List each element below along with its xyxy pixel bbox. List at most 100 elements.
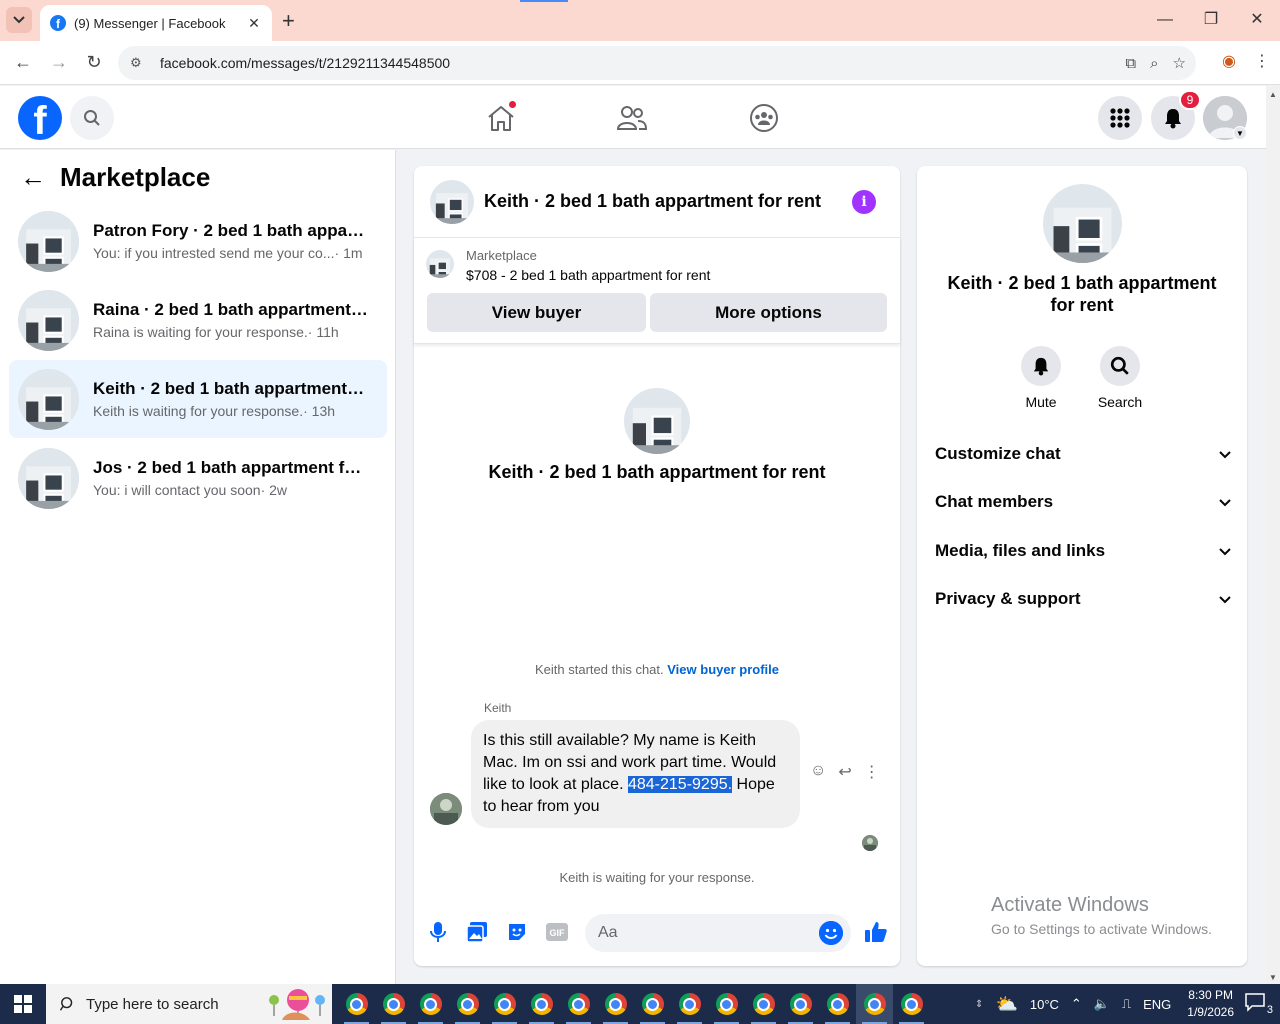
section-label: Privacy & support <box>935 589 1081 608</box>
reload-icon[interactable]: ↻ <box>83 52 105 73</box>
taskbar-scroll-icon[interactable]: ⇕ <box>975 999 983 1010</box>
install-app-icon[interactable]: ⧉ <box>1125 55 1136 72</box>
chrome-taskbar-icon[interactable] <box>708 984 745 1024</box>
account-caret-icon[interactable]: ▼ <box>1233 126 1247 140</box>
conversation-item[interactable]: Patron Fory · 2 bed 1 bath appartment fo… <box>9 202 387 280</box>
search-conversation-button[interactable]: Search <box>1090 346 1150 410</box>
chrome-taskbar-icon-active[interactable] <box>856 984 893 1024</box>
sticker-icon[interactable] <box>505 920 529 944</box>
chrome-taskbar-icon[interactable] <box>671 984 708 1024</box>
photo-icon[interactable] <box>465 920 489 944</box>
search-icon <box>60 997 73 1011</box>
window-close-icon[interactable]: ✕ <box>1234 0 1280 40</box>
intro-thumbnail <box>624 388 690 454</box>
chrome-taskbar-icon[interactable] <box>634 984 671 1024</box>
conversation-item-active[interactable]: Keith · 2 bed 1 bath appartment for rent… <box>9 360 387 438</box>
info-icon[interactable]: i <box>852 190 876 214</box>
menu-button[interactable] <box>1098 96 1142 140</box>
facebook-favicon-icon: f <box>50 15 66 31</box>
site-info-icon[interactable]: ⚙ <box>130 55 148 71</box>
chrome-taskbar-icon[interactable] <box>597 984 634 1024</box>
message-composer: GIF Aa <box>414 912 900 956</box>
reply-icon[interactable]: ↩ <box>838 762 851 782</box>
listing-price-title[interactable]: $708 - 2 bed 1 bath appartment for rent <box>466 267 710 283</box>
microphone-icon[interactable] <box>426 920 450 944</box>
like-thumb-icon[interactable] <box>864 920 888 944</box>
view-buyer-profile-link[interactable]: View buyer profile <box>667 662 779 677</box>
privacy-support-section[interactable]: Privacy & support <box>935 584 1231 614</box>
windows-taskbar: Type here to search ⇕ ⛅ 10°C ⌃ 🔈 ⎍ ENG 8… <box>0 984 1280 1024</box>
sender-avatar[interactable] <box>430 793 462 825</box>
chrome-taskbar-icon[interactable] <box>745 984 782 1024</box>
conversation-item[interactable]: Jos · 2 bed 1 bath appartment for rent Y… <box>9 439 387 517</box>
new-tab-icon[interactable]: + <box>282 8 295 34</box>
chat-thumbnail[interactable] <box>430 179 474 224</box>
network-icon[interactable]: ⎍ <box>1122 996 1131 1012</box>
chrome-menu-icon[interactable]: ⋮ <box>1254 51 1270 71</box>
message-bubble[interactable]: Is this still available? My name is Keit… <box>471 720 800 828</box>
zoom-icon[interactable]: ⌕ <box>1150 55 1158 72</box>
home-notification-dot <box>508 100 517 109</box>
message-input[interactable]: Aa <box>585 914 851 952</box>
windows-start-icon[interactable] <box>0 984 46 1024</box>
chat-header: Keith · 2 bed 1 bath appartment for rent <box>414 166 900 238</box>
weather-icon[interactable]: ⛅ <box>995 994 1017 1015</box>
more-icon[interactable]: ⋮ <box>864 762 880 782</box>
scroll-down-icon[interactable]: ▼ <box>1269 973 1277 982</box>
chrome-taskbar-icon[interactable] <box>486 984 523 1024</box>
address-bar[interactable]: ⚙ facebook.com/messages/t/21292113445485… <box>118 46 1196 80</box>
page-scrollbar[interactable]: ▲ ▼ <box>1266 86 1280 984</box>
chrome-taskbar-icon[interactable] <box>338 984 375 1024</box>
facebook-logo-icon[interactable]: f <box>18 96 62 140</box>
chrome-taskbar-icon[interactable] <box>412 984 449 1024</box>
forward-arrow-icon[interactable]: → <box>48 52 70 73</box>
chrome-taskbar-icon[interactable] <box>893 984 930 1024</box>
groups-nav-icon[interactable] <box>746 100 782 136</box>
browser-tab[interactable]: f (9) Messenger | Facebook ✕ <box>40 5 272 41</box>
message-selected-text: 484-215-9295. <box>627 776 733 793</box>
media-files-links-section[interactable]: Media, files and links <box>935 536 1231 566</box>
friends-nav-icon[interactable] <box>614 100 650 136</box>
restore-icon[interactable]: ❐ <box>1188 0 1234 40</box>
chrome-taskbar-icon[interactable] <box>375 984 412 1024</box>
bell-icon <box>1165 109 1181 129</box>
back-arrow-icon[interactable]: ← <box>12 52 34 73</box>
chrome-taskbar-icon[interactable] <box>560 984 597 1024</box>
chrome-taskbar-icon[interactable] <box>819 984 856 1024</box>
tab-search-button[interactable] <box>6 7 32 33</box>
view-buyer-button[interactable]: View buyer <box>427 293 646 332</box>
customize-chat-section[interactable]: Customize chat <box>935 439 1231 469</box>
home-nav-icon[interactable] <box>483 100 519 136</box>
listing-thumbnail <box>18 368 79 430</box>
facebook-search-button[interactable] <box>70 96 114 140</box>
emoji-icon[interactable] <box>819 921 843 945</box>
profile-icon[interactable]: ◉ <box>1222 51 1236 71</box>
listing-thumbnail[interactable] <box>426 250 454 278</box>
gif-icon[interactable]: GIF <box>545 920 569 944</box>
weather-temperature[interactable]: 10°C <box>1030 997 1059 1012</box>
chevron-down-icon <box>13 16 25 24</box>
chat-title[interactable]: Keith · 2 bed 1 bath appartment for rent <box>484 191 900 212</box>
info-title: Keith · 2 bed 1 bath appartment for rent <box>947 273 1217 315</box>
bookmark-star-icon[interactable]: ☆ <box>1173 54 1186 72</box>
chrome-taskbar-icon[interactable] <box>449 984 486 1024</box>
volume-icon[interactable]: 🔈 <box>1094 996 1110 1012</box>
mute-button[interactable]: Mute <box>1011 346 1071 410</box>
chrome-taskbar-icon[interactable] <box>782 984 819 1024</box>
taskbar-search-box[interactable]: Type here to search <box>46 984 332 1024</box>
notifications-button[interactable]: 9 <box>1151 90 1201 140</box>
scroll-up-icon[interactable]: ▲ <box>1269 90 1277 99</box>
tray-chevron-up-icon[interactable]: ⌃ <box>1071 996 1082 1012</box>
react-emoji-icon[interactable]: ☺ <box>810 762 826 782</box>
minimize-icon[interactable]: — <box>1142 0 1188 40</box>
conversation-name: Raina · 2 bed 1 bath appartment for rent <box>93 300 368 319</box>
chat-members-section[interactable]: Chat members <box>935 487 1231 517</box>
chrome-taskbar-icon[interactable] <box>523 984 560 1024</box>
language-indicator[interactable]: ENG <box>1143 997 1171 1012</box>
taskbar-clock[interactable]: 8:30 PM 1/9/2026 <box>1187 987 1234 1021</box>
action-center-icon[interactable]: 3 <box>1244 992 1274 1016</box>
more-options-button[interactable]: More options <box>650 293 887 332</box>
tab-close-icon[interactable]: ✕ <box>246 15 262 32</box>
back-arrow-icon[interactable]: ← <box>20 162 46 193</box>
conversation-item[interactable]: Raina · 2 bed 1 bath appartment for rent… <box>9 281 387 359</box>
